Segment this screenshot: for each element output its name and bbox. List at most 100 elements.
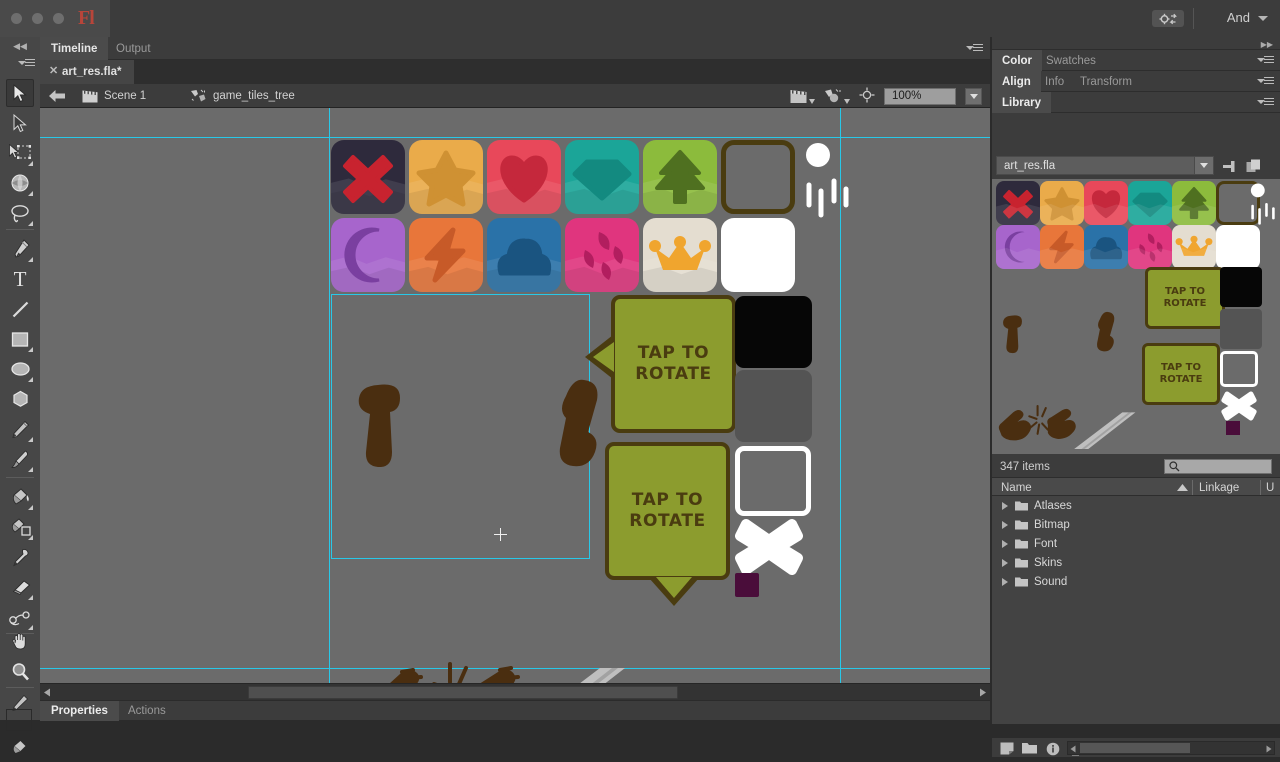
tab-library[interactable]: Library <box>992 92 1051 113</box>
fill-color-swatch[interactable] <box>6 709 32 731</box>
new-symbol-button[interactable] <box>1000 742 1014 755</box>
edit-symbols-button[interactable] <box>824 88 850 104</box>
paint-bucket-tool[interactable] <box>6 483 34 511</box>
library-scroll-thumb[interactable] <box>1080 743 1190 753</box>
library-row-sound[interactable]: Sound <box>992 572 1280 591</box>
tile-x[interactable] <box>331 140 405 214</box>
scroll-right-icon[interactable] <box>1266 745 1272 753</box>
new-library-panel-button[interactable] <box>1244 158 1264 174</box>
ink-bottle-tool[interactable] <box>6 513 34 541</box>
pointing-hand-left[interactable] <box>352 380 422 475</box>
tab-properties[interactable]: Properties <box>40 701 119 721</box>
subselection-tool[interactable] <box>6 109 34 137</box>
polystar-tool[interactable] <box>6 385 34 413</box>
3d-rotation-tool[interactable] <box>6 169 34 197</box>
brush-tool[interactable] <box>6 445 34 473</box>
triangle-right-icon[interactable] <box>1002 521 1008 529</box>
tap-to-rotate-bubble-left-tail[interactable]: TAP TO ROTATE <box>611 295 736 433</box>
lasso-tool[interactable] <box>6 199 34 227</box>
pointing-hand-right[interactable] <box>540 376 610 476</box>
sync-settings-button[interactable] <box>1152 10 1184 27</box>
close-icon[interactable]: ✕ <box>49 67 58 76</box>
oval-tool[interactable] <box>6 355 34 383</box>
rectangle-tool[interactable] <box>6 325 34 353</box>
tab-timeline[interactable]: Timeline <box>40 37 108 60</box>
tile-leaves[interactable] <box>565 218 639 292</box>
triangle-right-icon[interactable] <box>1002 578 1008 586</box>
library-pin-button[interactable] <box>1220 158 1240 174</box>
breadcrumb-symbol[interactable]: game_tiles_tree <box>190 84 295 108</box>
workspace-switcher[interactable]: And <box>1227 10 1250 25</box>
library-search-input[interactable] <box>1164 459 1272 474</box>
selection-tool[interactable] <box>6 79 34 107</box>
tile-bolt[interactable] <box>409 218 483 292</box>
tab-color[interactable]: Color <box>992 50 1042 71</box>
swatch-white-outline[interactable] <box>735 446 811 516</box>
library-document-dropdown[interactable] <box>1194 157 1213 174</box>
triangle-right-icon[interactable] <box>1002 559 1008 567</box>
expand-panels-icon[interactable]: ▶▶ <box>1261 40 1273 49</box>
triangle-right-icon[interactable] <box>1002 540 1008 548</box>
tile-frame[interactable] <box>721 140 795 214</box>
library-properties-button[interactable] <box>1046 742 1060 755</box>
column-use-count[interactable]: U <box>1266 478 1274 497</box>
chevron-down-icon[interactable] <box>1258 16 1268 21</box>
swatch-black[interactable] <box>735 296 812 368</box>
stage-canvas[interactable]: TAP TO ROTATE TAP TO ROTATE <box>40 108 990 683</box>
sort-ascending-icon[interactable] <box>1177 484 1188 491</box>
column-name[interactable]: Name <box>1001 478 1032 497</box>
free-transform-tool[interactable] <box>6 139 34 167</box>
pen-tool[interactable] <box>6 235 34 263</box>
panel-menu-icon[interactable] <box>971 44 983 53</box>
stage-horizontal-scrollbar[interactable] <box>40 683 990 700</box>
tab-align[interactable]: Align <box>992 71 1041 92</box>
zoom-tool[interactable] <box>6 657 34 685</box>
tap-to-rotate-bubble-bottom-tail[interactable]: TAP TO ROTATE <box>605 442 730 580</box>
text-tool[interactable]: T <box>6 265 34 293</box>
tab-output[interactable]: Output <box>105 37 162 60</box>
fill-color-tool[interactable] <box>6 734 34 762</box>
tile-cloud[interactable] <box>487 218 561 292</box>
library-document-selector[interactable]: art_res.fla <box>996 156 1214 175</box>
document-tab-art-res[interactable]: ✕ art_res.fla* <box>40 60 134 84</box>
tile-moon[interactable] <box>331 218 405 292</box>
tile-tree[interactable] <box>643 140 717 214</box>
back-button[interactable] <box>48 89 66 103</box>
swatch-purple-small[interactable] <box>735 573 759 597</box>
breadcrumb-scene-1[interactable]: Scene 1 <box>82 84 146 108</box>
tile-star[interactable] <box>409 140 483 214</box>
panel-menu-icon[interactable] <box>1262 98 1274 107</box>
window-maximize-button[interactable] <box>53 13 64 24</box>
tab-actions[interactable]: Actions <box>117 701 177 721</box>
tile-gem[interactable] <box>565 140 639 214</box>
zoom-dropdown-button[interactable] <box>965 88 982 105</box>
tile-blank-white[interactable] <box>721 218 795 292</box>
tab-transform[interactable]: Transform <box>1070 71 1142 92</box>
tile-heart[interactable] <box>487 140 561 214</box>
swipe-trail-graphic[interactable] <box>500 666 630 683</box>
panel-menu-icon[interactable] <box>1262 56 1274 65</box>
tab-swatches[interactable]: Swatches <box>1036 50 1106 71</box>
edit-scene-button[interactable] <box>790 89 815 104</box>
window-minimize-button[interactable] <box>32 13 43 24</box>
eyedropper-tool[interactable] <box>6 543 34 571</box>
horizontal-scroll-thumb[interactable] <box>248 686 678 699</box>
scroll-left-icon[interactable] <box>1070 745 1076 753</box>
library-item-list[interactable]: Atlases Bitmap Font <box>992 496 1280 724</box>
tools-panel-menu-button[interactable] <box>0 55 40 71</box>
panel-menu-icon[interactable] <box>1262 77 1274 86</box>
hand-tool[interactable] <box>6 627 34 655</box>
collapse-panel-icon[interactable]: ◀◀ <box>0 37 40 55</box>
triangle-right-icon[interactable] <box>1002 502 1008 510</box>
center-stage-button[interactable] <box>859 87 875 106</box>
library-row-bitmap[interactable]: Bitmap <box>992 515 1280 534</box>
zoom-level-input[interactable]: 100% <box>884 88 956 105</box>
tab-info[interactable]: Info <box>1035 71 1074 92</box>
swatch-gray[interactable] <box>735 370 812 442</box>
white-x-mark[interactable] <box>734 518 804 576</box>
library-row-font[interactable]: Font <box>992 534 1280 553</box>
library-row-atlases[interactable]: Atlases <box>992 496 1280 515</box>
library-horizontal-scrollbar[interactable] <box>1067 741 1275 755</box>
line-tool[interactable] <box>6 295 34 323</box>
new-folder-button[interactable] <box>1022 742 1036 755</box>
